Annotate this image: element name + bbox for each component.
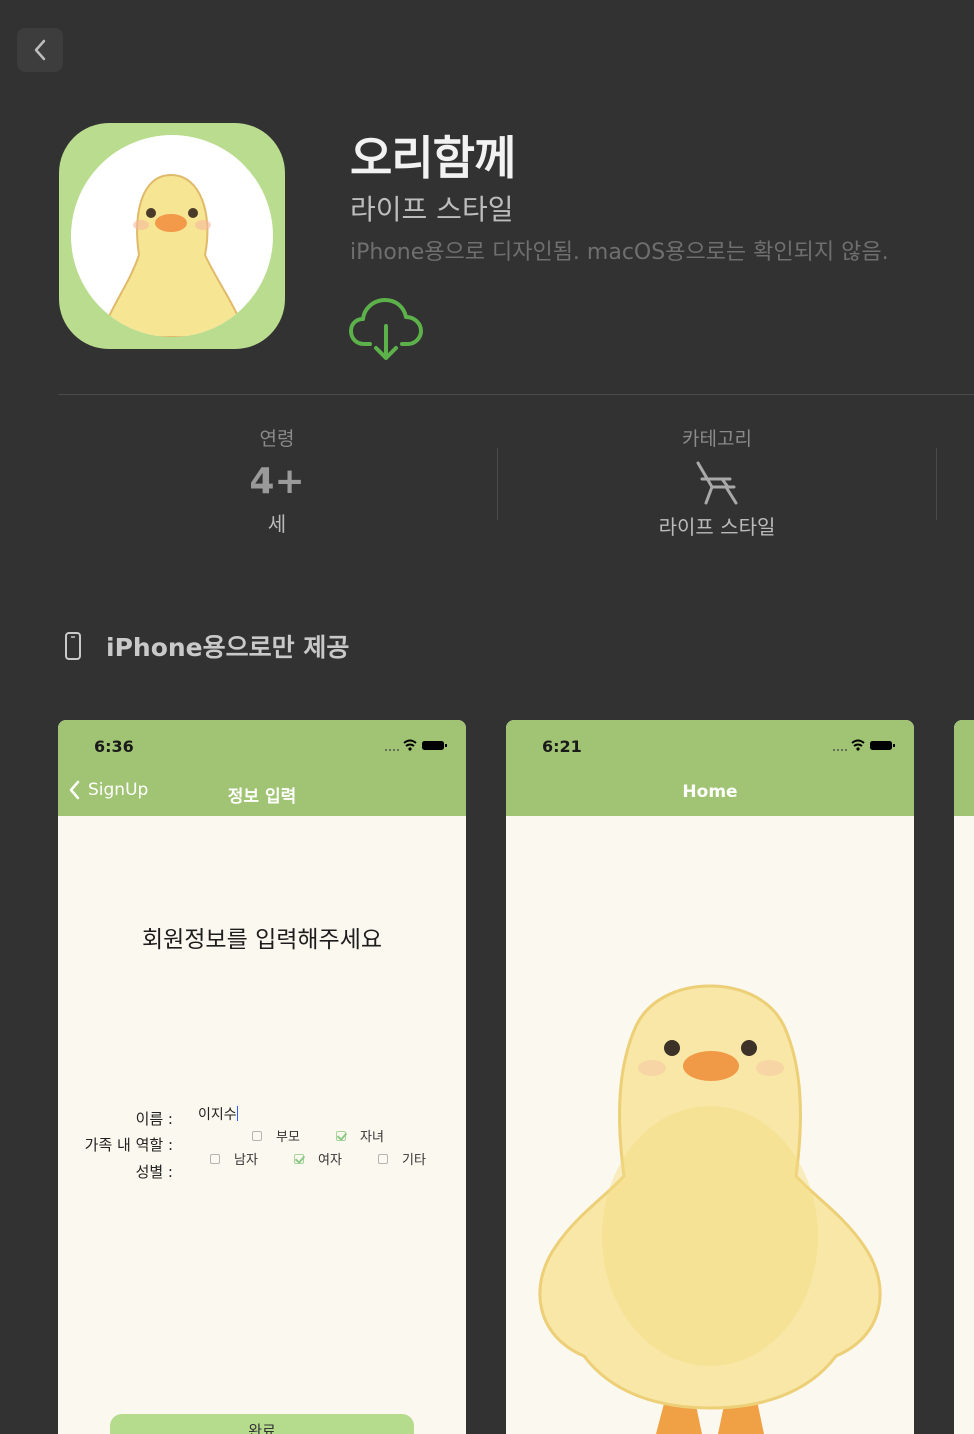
platform-text: iPhone용으로만 제공 <box>106 633 350 662</box>
status-icons <box>385 739 447 751</box>
status-icons <box>833 739 895 751</box>
category-label: 카테고리 <box>682 428 752 450</box>
option-label: 기타 <box>402 1153 426 1168</box>
screenshot-home[interactable]: 6:21 Home <box>506 720 914 1434</box>
compatibility-note: iPhone용으로 디자인됨. macOS용으로는 확인되지 않음. <box>350 240 889 265</box>
age-info: 연령 4+ 세 <box>57 424 497 537</box>
gender-option-female[interactable]: 여자 <box>294 1149 342 1168</box>
gender-option-other[interactable]: 기타 <box>378 1149 426 1168</box>
screenshot-signup[interactable]: 6:36 SignUp 정보 입력 회원정보를 입력해주세요 이름 : 이지수 … <box>58 720 466 1434</box>
nav-title: Home <box>682 782 738 802</box>
category-info: 카테고리 라이프 스타일 <box>497 424 937 540</box>
iphone-icon <box>65 632 81 660</box>
name-value: 이지수 <box>198 1107 237 1123</box>
checkbox-checked[interactable] <box>294 1153 304 1164</box>
gender-option-male[interactable]: 남자 <box>210 1149 258 1168</box>
chevron-left-icon <box>34 39 46 61</box>
column-separator <box>936 448 937 520</box>
status-time: 6:36 <box>94 737 134 756</box>
duck-illustration <box>538 984 882 1434</box>
role-option-parent[interactable]: 부모 <box>252 1126 300 1145</box>
checkbox-checked[interactable] <box>336 1130 346 1141</box>
screenshot-peek[interactable] <box>954 720 974 1434</box>
option-label: 자녀 <box>360 1130 384 1145</box>
submit-button[interactable]: 완료 <box>110 1414 414 1434</box>
option-label: 여자 <box>318 1153 342 1168</box>
role-option-child[interactable]: 자녀 <box>336 1126 384 1145</box>
checkbox[interactable] <box>378 1153 388 1164</box>
age-unit: 세 <box>267 512 287 536</box>
cloud-download-icon <box>349 298 423 360</box>
app-category: 라이프 스타일 <box>350 193 514 226</box>
form-heading: 회원정보를 입력해주세요 <box>141 927 383 953</box>
app-icon <box>59 123 285 349</box>
option-label: 남자 <box>234 1153 258 1168</box>
divider <box>58 394 974 395</box>
name-label: 이름 : <box>135 1110 173 1128</box>
age-label: 연령 <box>259 428 295 450</box>
name-input[interactable]: 이지수 <box>198 1104 239 1124</box>
option-label: 부모 <box>276 1130 300 1145</box>
download-button[interactable] <box>348 296 424 362</box>
category-value: 라이프 스타일 <box>658 515 776 539</box>
checkbox[interactable] <box>252 1130 262 1141</box>
lounge-chair-icon <box>696 461 738 505</box>
role-label: 가족 내 역할 : <box>84 1136 173 1154</box>
age-value: 4+ <box>249 461 305 502</box>
text-caret <box>236 1106 239 1121</box>
platform-availability: iPhone용으로만 제공 <box>62 628 349 664</box>
nav-title: 정보 입력 <box>227 787 297 807</box>
duck-illustration <box>99 173 248 337</box>
back-button[interactable] <box>17 28 63 72</box>
status-time: 6:21 <box>542 737 582 756</box>
checkbox[interactable] <box>210 1153 220 1164</box>
gender-label: 성별 : <box>135 1163 173 1181</box>
app-title: 오리함께 <box>350 131 516 185</box>
